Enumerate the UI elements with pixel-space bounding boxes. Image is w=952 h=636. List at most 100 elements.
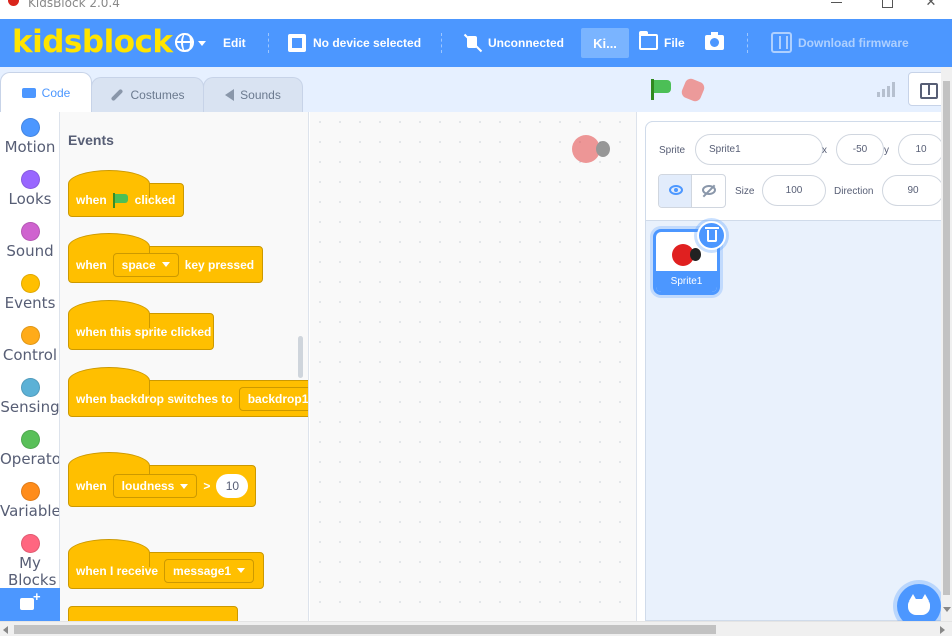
menu-separator bbox=[268, 33, 269, 53]
connection-button[interactable]: Unconnected bbox=[488, 19, 564, 67]
sensor-dropdown[interactable]: loudness bbox=[112, 474, 198, 498]
tab-costumes[interactable]: Costumes bbox=[91, 77, 204, 112]
category-variables[interactable]: Variables bbox=[0, 482, 59, 526]
category-dot bbox=[20, 274, 40, 293]
direction-input[interactable]: 90 bbox=[882, 175, 944, 206]
tab-costumes-label: Costumes bbox=[130, 88, 185, 102]
category-dot bbox=[20, 326, 40, 345]
category-dot bbox=[20, 534, 40, 553]
kidsblock-logo[interactable]: kidsblock bbox=[12, 24, 173, 60]
category-dot bbox=[20, 222, 40, 241]
vertical-scroll-thumb[interactable] bbox=[943, 81, 950, 595]
sprite-name-label: Sprite bbox=[659, 145, 686, 156]
scroll-down-icon[interactable] bbox=[943, 607, 951, 612]
maximize-icon[interactable] bbox=[877, 0, 897, 10]
trash-icon bbox=[705, 227, 719, 242]
speaker-icon bbox=[225, 89, 235, 101]
current-sprite-indicator bbox=[572, 132, 612, 166]
menu-bar: kidsblock Edit No device selected Unconn… bbox=[0, 19, 952, 67]
folder-icon[interactable] bbox=[639, 31, 658, 50]
when-loudness-block[interactable]: when loudness > 10 bbox=[68, 452, 256, 507]
when-i-receive-block[interactable]: when I receive message1 bbox=[68, 539, 264, 589]
block-palette: Events when clicked when space key press… bbox=[60, 112, 309, 621]
palette-section-title: Events bbox=[68, 132, 114, 148]
close-icon[interactable]: ✕ bbox=[921, 0, 941, 10]
palette-scrollbar[interactable] bbox=[298, 336, 303, 378]
sprite-name-input[interactable]: Sprite1 bbox=[695, 134, 823, 165]
category-operators[interactable]: Operators bbox=[0, 430, 59, 474]
category-motion[interactable]: Motion bbox=[0, 118, 59, 162]
chevron-down-icon[interactable] bbox=[198, 41, 206, 46]
tab-sounds-label: Sounds bbox=[240, 88, 281, 102]
chip-icon[interactable] bbox=[288, 34, 306, 52]
sprite-tile-name: Sprite1 bbox=[656, 271, 717, 292]
message-dropdown[interactable]: message1 bbox=[164, 558, 255, 583]
next-event-block[interactable] bbox=[68, 606, 238, 621]
size-label: Size bbox=[735, 186, 755, 197]
app-window: KidsBlock 2.0.4 ✕ kidsblock Edit No devi… bbox=[0, 0, 952, 636]
x-input[interactable]: -50 bbox=[836, 134, 884, 165]
title-bar: KidsBlock 2.0.4 ✕ bbox=[0, 0, 952, 19]
category-looks[interactable]: Looks bbox=[0, 170, 59, 214]
category-menu: Motion Looks Sound Events Control Sensin… bbox=[0, 112, 60, 621]
eye-icon bbox=[669, 185, 683, 195]
category-control[interactable]: Control bbox=[0, 326, 59, 370]
menu-separator bbox=[747, 33, 748, 53]
when-backdrop-switches-block[interactable]: when backdrop switches to backdrop1 bbox=[68, 367, 308, 417]
when-key-pressed-block[interactable]: when space key pressed bbox=[68, 233, 263, 283]
add-extension-button[interactable] bbox=[0, 588, 60, 621]
chevron-down-icon bbox=[180, 483, 189, 489]
size-input[interactable]: 100 bbox=[762, 175, 826, 206]
menu-separator bbox=[441, 33, 442, 53]
hide-sprite-button[interactable] bbox=[692, 175, 725, 207]
device-select-button[interactable]: No device selected bbox=[313, 19, 421, 67]
extension-icon bbox=[20, 589, 41, 610]
scroll-left-icon[interactable] bbox=[3, 626, 8, 634]
threshold-input[interactable]: 10 bbox=[216, 474, 249, 498]
tab-code[interactable]: Code bbox=[0, 72, 92, 112]
category-sound[interactable]: Sound bbox=[0, 222, 59, 266]
code-icon bbox=[21, 87, 36, 98]
tab-sounds[interactable]: Sounds bbox=[203, 77, 303, 112]
eye-off-icon bbox=[702, 185, 717, 195]
show-sprite-button[interactable] bbox=[659, 175, 693, 207]
category-my-blocks[interactable]: My Blocks bbox=[0, 534, 59, 594]
direction-label: Direction bbox=[834, 186, 874, 197]
x-label: x bbox=[822, 145, 827, 156]
camera-icon[interactable] bbox=[705, 32, 724, 50]
unplugged-icon[interactable] bbox=[462, 32, 482, 54]
horizontal-scrollbar[interactable] bbox=[0, 621, 952, 636]
chevron-down-icon bbox=[161, 262, 170, 267]
backdrop-dropdown[interactable]: backdrop1 bbox=[238, 386, 308, 411]
visibility-toggle bbox=[658, 174, 726, 208]
script-workspace[interactable] bbox=[310, 112, 637, 621]
vertical-scrollbar[interactable] bbox=[941, 67, 952, 621]
chevron-down-icon bbox=[237, 568, 246, 573]
when-flag-clicked-block[interactable]: when clicked bbox=[68, 170, 184, 217]
category-sensing[interactable]: Sensing bbox=[0, 378, 59, 422]
horizontal-scroll-thumb[interactable] bbox=[14, 625, 716, 634]
key-dropdown[interactable]: space bbox=[112, 252, 179, 277]
tab-code-label: Code bbox=[41, 85, 71, 100]
green-flag-icon[interactable] bbox=[651, 79, 673, 100]
y-input[interactable]: 10 bbox=[898, 134, 944, 165]
ladybug-head bbox=[690, 248, 701, 261]
minimize-icon[interactable] bbox=[826, 0, 846, 10]
file-menu[interactable]: File bbox=[664, 19, 685, 67]
edit-menu[interactable]: Edit bbox=[223, 19, 246, 67]
category-dot bbox=[20, 482, 40, 501]
ki-menu-button[interactable]: Ki... bbox=[581, 28, 629, 58]
category-dot bbox=[20, 170, 40, 189]
when-sprite-clicked-block[interactable]: when this sprite clicked bbox=[68, 300, 214, 350]
category-events[interactable]: Events bbox=[0, 274, 59, 318]
delete-sprite-button[interactable] bbox=[697, 221, 726, 250]
window-title: KidsBlock 2.0.4 bbox=[28, 0, 120, 10]
green-flag-icon bbox=[112, 193, 129, 208]
scroll-right-icon[interactable] bbox=[940, 626, 945, 634]
y-label: y bbox=[884, 145, 889, 156]
firmware-chip-icon[interactable] bbox=[771, 32, 792, 53]
category-dot bbox=[20, 378, 40, 397]
signal-strength-icon bbox=[877, 82, 895, 97]
globe-icon[interactable] bbox=[175, 33, 194, 52]
download-firmware-button[interactable]: Download firmware bbox=[798, 19, 909, 67]
